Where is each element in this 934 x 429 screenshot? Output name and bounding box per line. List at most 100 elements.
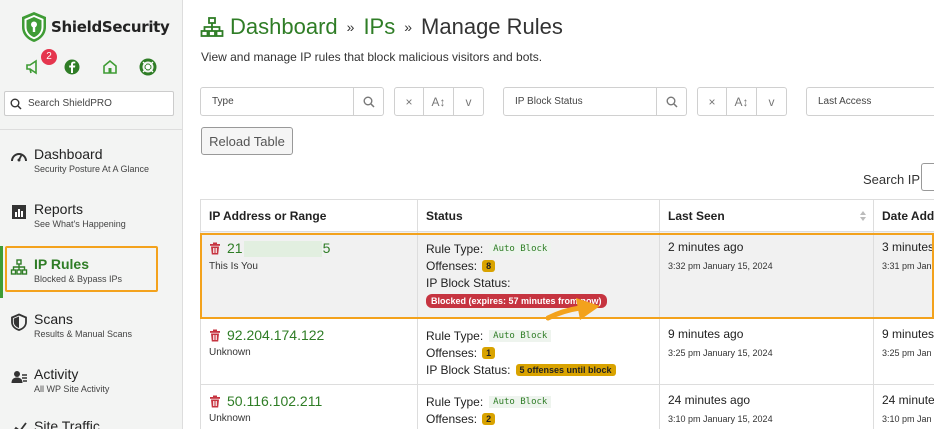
sidebar-item-site-traffic[interactable]: Site Traffic	[10, 418, 100, 429]
column-header-date-added[interactable]: Date Add	[873, 199, 934, 232]
offenses-label: Offenses:	[426, 345, 478, 360]
last-seen-date: 3:10 pm January 15, 2024	[668, 414, 773, 424]
search-icon[interactable]	[657, 87, 687, 116]
page-description: View and manage IP rules that block mali…	[201, 50, 543, 64]
trash-icon[interactable]	[209, 395, 221, 408]
redacted-ip-segment	[243, 241, 322, 258]
ip-note: Unknown	[209, 347, 251, 358]
block-status-filter-input[interactable]: IP Block Status	[503, 87, 657, 116]
rule-type-value: Auto Block	[489, 395, 552, 408]
traffic-icon	[14, 422, 27, 429]
search-ip-input[interactable]	[921, 163, 934, 191]
sort-icon[interactable]: A↕	[424, 87, 454, 116]
date-added: 24 minutes	[882, 393, 934, 407]
facebook-icon[interactable]	[63, 58, 81, 76]
search-ip-label: Search IP	[863, 172, 921, 187]
app: ShieldSecurity 2 Search ShieldPRO Dashbo	[0, 0, 934, 429]
table-row: 92.204.174.122 Unknown Rule Type: Auto Bl…	[200, 318, 934, 385]
chevron-down-icon[interactable]: v	[757, 87, 787, 116]
filter-type: Type × A↕ v	[200, 87, 484, 116]
rule-type-value: Auto Block	[489, 329, 552, 342]
annotation-arrow-icon	[546, 298, 600, 321]
offenses-badge: 2	[482, 412, 496, 425]
sidebar-item-activity[interactable]: Activity All WP Site Activity	[10, 366, 109, 394]
offenses-label: Offenses:	[426, 411, 478, 426]
last-access-filter-input[interactable]: Last Access	[806, 87, 934, 116]
sidebar-item-label: Reports	[34, 201, 84, 217]
ip-suffix: 5	[322, 240, 331, 256]
breadcrumb-separator: »	[404, 19, 413, 35]
breadcrumb: Dashboard » IPs » Manage Rules	[200, 14, 563, 40]
search-icon	[10, 98, 22, 110]
home-icon[interactable]	[101, 58, 119, 76]
last-seen: 24 minutes ago	[668, 393, 751, 407]
sidebar-search[interactable]: Search ShieldPRO	[4, 91, 174, 116]
sidebar-item-label: Scans	[34, 311, 73, 327]
support-icon[interactable]	[139, 58, 157, 76]
last-seen-date: 3:32 pm January 15, 2024	[668, 261, 773, 271]
sidebar-item-label: Activity	[34, 366, 79, 382]
sidebar-search-label: Search ShieldPRO	[28, 98, 112, 109]
column-header-status[interactable]: Status	[417, 199, 660, 232]
shield-icon	[11, 313, 27, 331]
column-header-ip[interactable]: IP Address or Range	[200, 199, 418, 232]
rule-type-value: Auto Block	[489, 242, 552, 255]
offenses-badge: 8	[482, 259, 496, 272]
trash-icon[interactable]	[209, 242, 221, 255]
breadcrumb-dashboard[interactable]: Dashboard	[230, 14, 338, 40]
notification-badge: 2	[41, 49, 57, 65]
logo[interactable]: ShieldSecurity	[19, 10, 170, 44]
ip-note: This Is You	[209, 261, 258, 273]
sidebar-item-label: Site Traffic	[34, 418, 100, 429]
divider	[0, 129, 183, 130]
reload-table-button[interactable]: Reload Table	[201, 127, 293, 155]
block-status-label: IP Block Status:	[426, 362, 511, 377]
column-header-label: Last Seen	[668, 208, 725, 223]
main-content: Dashboard » IPs » Manage Rules View and …	[183, 0, 934, 429]
page-title: Manage Rules	[421, 14, 563, 39]
offenses-label: Offenses:	[426, 258, 478, 273]
sidebar-item-dashboard[interactable]: Dashboard Security Posture At A Glance	[10, 146, 149, 174]
filter-last-access: Last Access	[806, 87, 934, 116]
breadcrumb-ips[interactable]: IPs	[363, 14, 395, 40]
last-seen: 9 minutes ago	[668, 327, 744, 341]
ip-address-link[interactable]: 21 5	[227, 240, 331, 258]
trash-icon[interactable]	[209, 329, 221, 342]
block-status-label: IP Block Status:	[426, 275, 511, 290]
last-seen: 2 minutes ago	[668, 240, 744, 254]
megaphone-icon[interactable]	[25, 58, 43, 76]
chevron-down-icon[interactable]: v	[454, 87, 484, 116]
clear-icon[interactable]: ×	[394, 87, 424, 116]
sidebar-item-reports[interactable]: Reports See What's Happening	[10, 201, 126, 229]
ip-address-link[interactable]: 50.116.102.211	[227, 393, 322, 409]
last-seen-date: 3:25 pm January 15, 2024	[668, 348, 773, 358]
ip-address-link[interactable]: 92.204.174.122	[227, 327, 324, 343]
sidebar: ShieldSecurity 2 Search ShieldPRO Dashbo	[0, 0, 183, 429]
sidebar-item-subtitle: Security Posture At A Glance	[34, 164, 150, 174]
sort-icon[interactable]: A↕	[727, 87, 757, 116]
annotation-highlight-box	[5, 246, 158, 292]
offenses-badge: 1	[482, 346, 496, 359]
sidebar-item-subtitle: All WP Site Activity	[34, 384, 110, 394]
gauge-icon	[11, 153, 27, 162]
date-added: 9 minutes	[882, 327, 934, 341]
shield-logo-icon	[22, 12, 46, 42]
sidebar-item-subtitle: See What's Happening	[34, 219, 126, 229]
rule-type-label: Rule Type:	[426, 328, 484, 343]
rule-type-label: Rule Type:	[426, 394, 484, 409]
date-added-date: 3:10 pm Jan	[882, 414, 932, 424]
network-icon	[200, 17, 224, 37]
sort-arrows-icon	[860, 211, 866, 221]
date-added-date: 3:25 pm Jan	[882, 348, 932, 358]
table-row: 50.116.102.211 Unknown Rule Type: Auto Bl…	[200, 384, 934, 429]
clear-icon[interactable]: ×	[697, 87, 727, 116]
rule-type-label: Rule Type:	[426, 241, 484, 256]
breadcrumb-separator: »	[346, 19, 355, 35]
type-filter-input[interactable]: Type	[200, 87, 354, 116]
brand-name: ShieldSecurity	[51, 18, 170, 36]
report-icon	[12, 205, 26, 219]
date-added-date: 3:31 pm Jan	[882, 261, 932, 271]
column-header-last-seen[interactable]: Last Seen	[659, 199, 874, 232]
search-icon[interactable]	[354, 87, 384, 116]
sidebar-item-scans[interactable]: Scans Results & Manual Scans	[10, 311, 132, 339]
